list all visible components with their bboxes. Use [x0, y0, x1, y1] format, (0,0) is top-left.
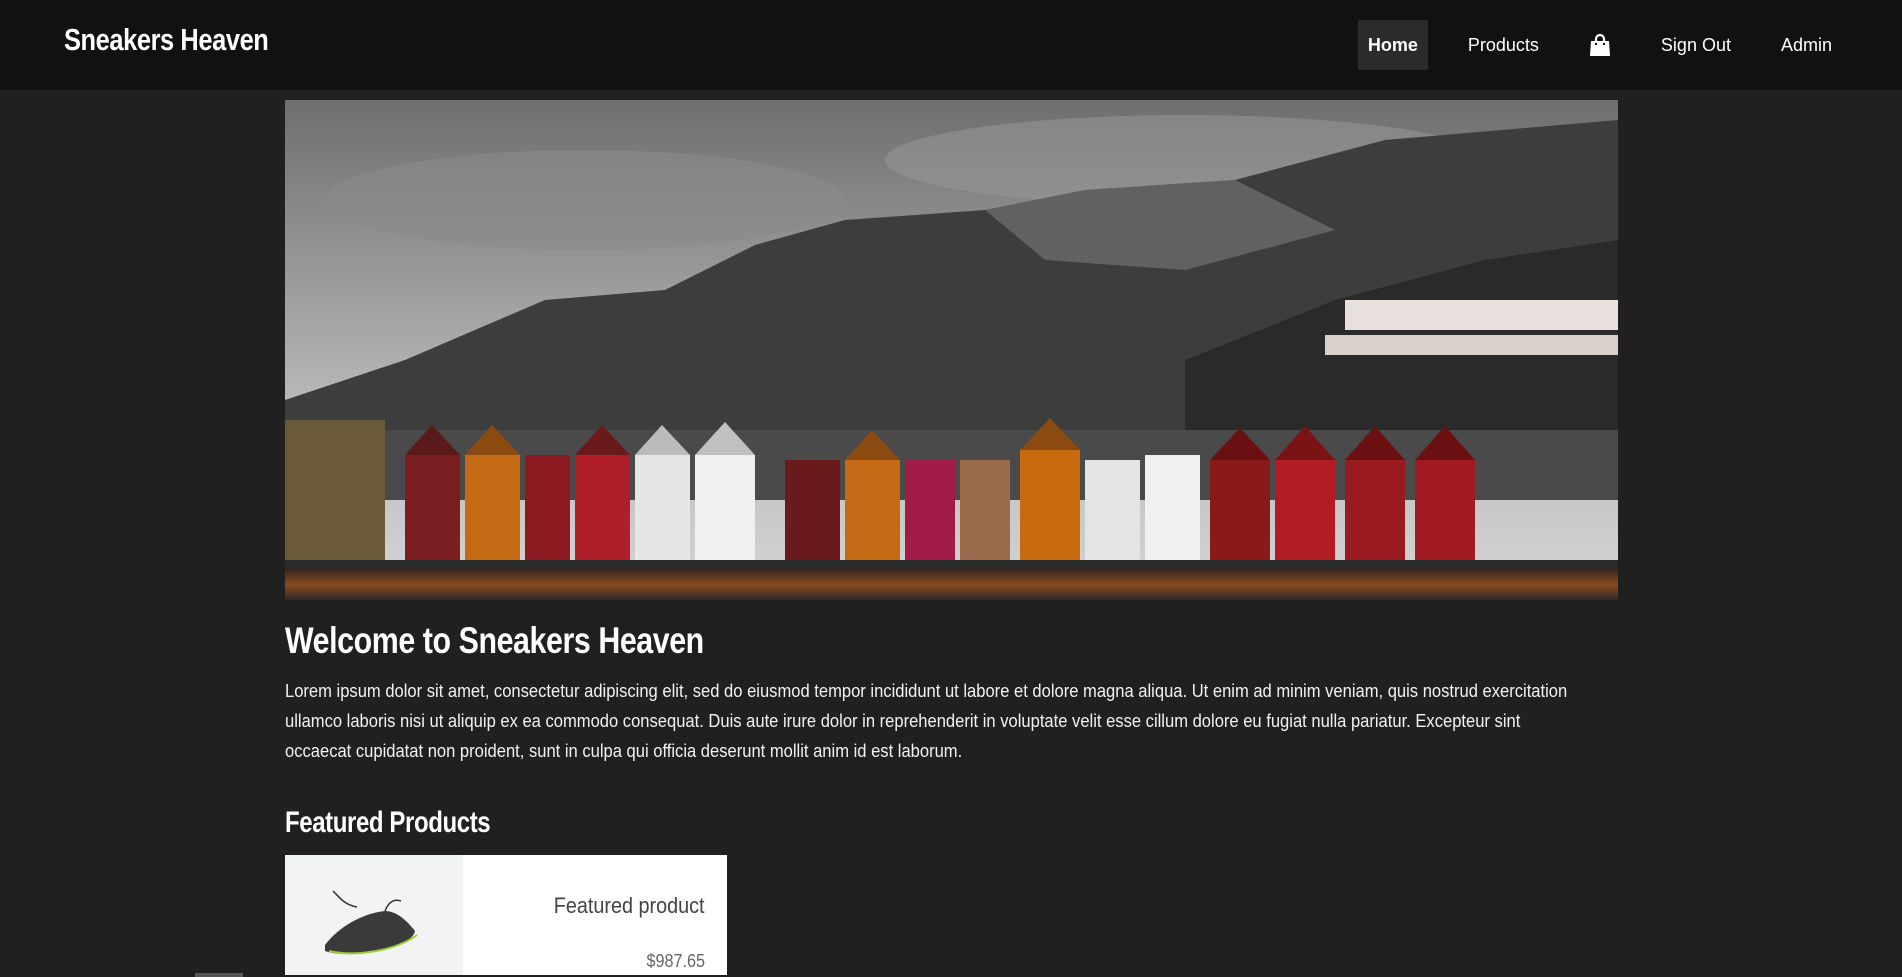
nav-admin-link[interactable]: Admin [1771, 20, 1842, 70]
page-title: Welcome to Sneakers Heaven [285, 620, 704, 661]
main-content: Welcome to Sneakers Heaven Lorem ipsum d… [285, 100, 1618, 975]
main-nav: Home Products Sign Out Admin [1357, 20, 1842, 70]
shopping-bag-icon [1589, 33, 1610, 56]
brand-logo[interactable]: Sneakers Heaven [64, 22, 269, 58]
hero-image [285, 100, 1618, 600]
nav-cart-link[interactable] [1579, 20, 1621, 70]
navbar: Sneakers Heaven Home Products Sign Out A… [0, 0, 1902, 90]
product-price: $987.65 [646, 951, 705, 971]
scroll-indicator [195, 973, 243, 977]
featured-product-card[interactable]: Featured product $987.65 [285, 855, 727, 975]
product-name: Featured product [554, 893, 705, 918]
nav-home-link[interactable]: Home [1357, 20, 1428, 70]
intro-paragraph: Lorem ipsum dolor sit amet, consectetur … [285, 681, 1568, 761]
product-image [285, 855, 463, 975]
featured-products-heading: Featured Products [285, 806, 491, 839]
nav-products-link[interactable]: Products [1458, 20, 1549, 70]
nav-sign-out-link[interactable]: Sign Out [1651, 20, 1741, 70]
